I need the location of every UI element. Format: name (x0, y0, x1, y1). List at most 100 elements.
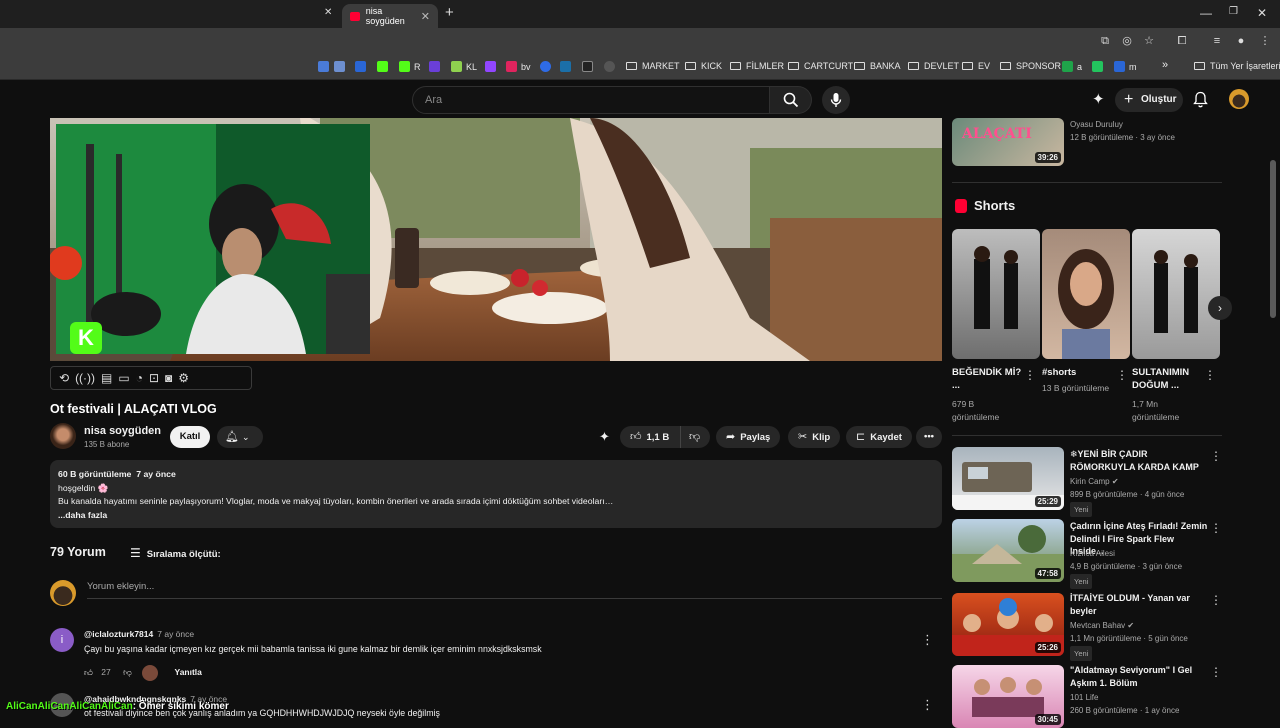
more-bookmarks-icon[interactable]: » (1162, 59, 1168, 71)
short-more-icon[interactable]: ⋮ (1116, 368, 1128, 382)
picture-in-picture-icon[interactable]: ⊡ (149, 371, 159, 385)
search-input[interactable]: Ara (412, 86, 770, 114)
notifications-bell-icon[interactable] (1193, 91, 1208, 108)
short-thumbnail[interactable] (952, 229, 1040, 359)
loop-icon[interactable]: ⟲ (59, 371, 69, 385)
bookmark-icon[interactable] (604, 61, 619, 72)
eye-off-icon[interactable]: ◎ (1120, 34, 1134, 48)
bookmark-kick-icon[interactable] (377, 61, 392, 72)
video-channel[interactable]: Kızılca Ailesi (1070, 547, 1115, 560)
video-channel[interactable]: Mevtcan Bahav ✔ (1070, 619, 1134, 632)
reply-button[interactable]: Yanıtla (175, 667, 202, 677)
media-icon[interactable]: ≡ (1210, 34, 1224, 48)
bookmark-icon[interactable] (582, 61, 597, 72)
folder-banka[interactable]: BANKA (854, 61, 901, 71)
video-title-link[interactable]: "Aldatmayı Seviyorum" I Gel Aşkım 1. Böl… (1070, 664, 1210, 689)
comment-time[interactable]: 7 ay önce (157, 629, 194, 639)
subscribed-bell-button[interactable]: 🔔︎ ⌄ (217, 426, 263, 448)
bookmark-icon[interactable] (540, 61, 555, 72)
video-channel[interactable]: Kirin Camp ✔ (1070, 475, 1119, 488)
short-title[interactable]: SULTANIMIN DOĞUM ... (1132, 366, 1202, 392)
bookmark-icon[interactable] (1092, 61, 1107, 72)
clip-button[interactable]: ✂ Klip (788, 426, 841, 448)
short-more-icon[interactable]: ⋮ (1024, 368, 1036, 382)
folder-devlet[interactable]: DEVLET (908, 61, 959, 71)
new-tab-icon[interactable]: + (445, 4, 454, 21)
bookmark-steam-icon[interactable] (560, 61, 575, 72)
speed-icon[interactable]: ◔ (136, 371, 143, 385)
show-more-link[interactable]: ...daha fazla (58, 509, 934, 523)
sort-comments-button[interactable]: ☰ Sıralama ölçütü: (130, 546, 221, 560)
window-close-icon[interactable]: ✕ (1257, 6, 1267, 20)
all-bookmarks[interactable]: Tüm Yer İşaretleri (1194, 61, 1280, 71)
add-comment-input[interactable]: Yorum ekleyin... (87, 581, 942, 599)
restore-icon[interactable]: ❐ (1229, 6, 1238, 17)
video-title-link[interactable]: ❄YENİ BİR ÇADIR RÖMORKUYLA KARDA KAMP (1070, 448, 1210, 473)
folder-market[interactable]: MARKET (626, 61, 680, 71)
dislike-button[interactable]: 👎︎ (680, 426, 710, 448)
short-more-icon[interactable]: ⋮ (1204, 368, 1216, 382)
install-app-icon[interactable]: ⧉ (1098, 34, 1112, 48)
short-title[interactable]: BEĞENDİK Mİ? ... (952, 366, 1022, 392)
video-channel[interactable]: 101 Life (1070, 691, 1098, 704)
minimize-icon[interactable]: — (1200, 6, 1212, 20)
bookmark-icon[interactable] (318, 61, 333, 72)
camera-icon[interactable]: ◙ (165, 371, 172, 385)
comment-dislike-icon[interactable]: 👎︎ (123, 667, 132, 677)
video-thumbnail[interactable]: 25:29 (952, 447, 1064, 510)
commenter-avatar[interactable]: i (50, 628, 74, 652)
video-description[interactable]: 60 B görüntüleme 7 ay önce hoşgeldin 🌸 B… (50, 460, 942, 528)
bookmark-m[interactable]: m (1114, 61, 1137, 72)
bookmark-a[interactable]: a (1062, 61, 1082, 72)
close-tab-icon[interactable]: ✕ (324, 7, 332, 18)
video-more-icon[interactable]: ⋮ (1210, 593, 1222, 607)
video-channel[interactable]: Oyasu Duruluy (1070, 118, 1123, 131)
page-scrollbar[interactable] (1270, 160, 1276, 318)
short-thumbnail[interactable] (1132, 229, 1220, 359)
comment-more-icon[interactable]: ⋮ (921, 697, 934, 713)
bookmark-r[interactable]: R (399, 61, 421, 72)
audio-wave-icon[interactable]: ((·)) (75, 371, 95, 385)
video-thumbnail[interactable]: ALAÇATI 39:26 (952, 118, 1064, 166)
short-thumbnail[interactable] (1042, 229, 1130, 359)
video-more-icon[interactable]: ⋮ (1210, 665, 1222, 679)
bookmark-icon[interactable] (429, 61, 444, 72)
folder-kick[interactable]: KICK (685, 61, 722, 71)
video-thumbnail[interactable]: 30:45 (952, 665, 1064, 728)
screen-icon[interactable]: ▭ (118, 371, 129, 385)
settings-gear-icon[interactable]: ⚙ (178, 371, 189, 385)
extensions-icon[interactable]: ⧠ (1175, 34, 1189, 48)
video-thumbnail[interactable]: 47:58 (952, 519, 1064, 582)
bookmark-icon[interactable] (355, 61, 370, 72)
video-thumbnail[interactable]: 25:26 (952, 593, 1064, 656)
tab-active[interactable]: nisa soygüden ✕ (342, 4, 438, 28)
join-button[interactable]: Katıl (170, 426, 210, 448)
gemini-sparkle-icon[interactable]: ✦ (1092, 90, 1105, 108)
video-title-link[interactable]: İTFAİYE OLDUM - Yanan var beyler (1070, 592, 1210, 617)
more-actions-button[interactable]: ••• (916, 426, 942, 448)
star-icon[interactable]: ☆ (1142, 34, 1156, 48)
video-more-icon[interactable]: ⋮ (1210, 449, 1222, 463)
create-button[interactable]: + Oluştur (1115, 88, 1183, 112)
share-button[interactable]: ➦ Paylaş (716, 426, 781, 448)
folder-ev[interactable]: EV (962, 61, 990, 71)
account-avatar[interactable] (1229, 89, 1249, 109)
save-button[interactable]: ⊏ Kaydet (846, 426, 912, 448)
browser-menu-icon[interactable]: ⋮ (1258, 34, 1272, 48)
ask-sparkle-icon[interactable]: ✦ (599, 429, 610, 445)
comment-author[interactable]: @iclalozturk7814 (84, 629, 153, 639)
bookmark-kl[interactable]: KL (451, 61, 477, 72)
folder-cartcurt[interactable]: CARTCURT (788, 61, 853, 71)
shorts-next-chevron-icon[interactable]: › (1208, 296, 1232, 320)
channel-avatar[interactable] (50, 423, 76, 449)
bookmark-icon[interactable] (334, 61, 349, 72)
bookmark-bv[interactable]: bv (506, 61, 531, 72)
video-more-icon[interactable]: ⋮ (1210, 521, 1222, 535)
folder-filmler[interactable]: FİLMLER (730, 61, 784, 71)
channel-name[interactable]: nisa soygüden (84, 425, 161, 437)
bookmark-twitch-icon[interactable] (485, 61, 500, 72)
comment-like-icon[interactable]: 👍︎ (84, 667, 93, 677)
film-icon[interactable]: ▤ (101, 371, 112, 385)
short-title[interactable]: #shorts (1042, 366, 1112, 379)
voice-search-button[interactable] (822, 86, 850, 114)
